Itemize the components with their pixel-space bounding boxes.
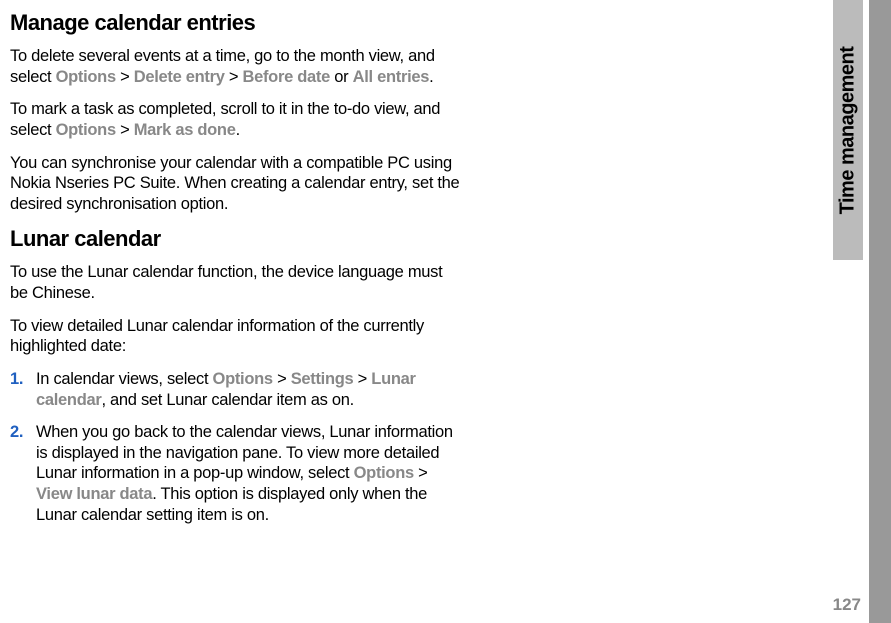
paragraph-mark-done: To mark a task as completed, scroll to i…: [10, 99, 462, 140]
list-number: 2.: [10, 422, 23, 443]
side-tab-label: Time management: [837, 46, 860, 214]
menu-options: Options: [354, 464, 414, 482]
paragraph-delete-events: To delete several events at a time, go t…: [10, 46, 462, 87]
numbered-list: 1. In calendar views, select Options > S…: [10, 369, 462, 525]
page-number: 127: [833, 595, 861, 615]
text: .: [236, 121, 240, 139]
menu-options: Options: [213, 370, 273, 388]
menu-options: Options: [56, 121, 116, 139]
separator: >: [225, 68, 243, 86]
side-tab: Time management: [833, 0, 863, 260]
paragraph-lunar-language: To use the Lunar calendar function, the …: [10, 262, 462, 303]
text: In calendar views, select: [36, 370, 213, 388]
separator: >: [353, 370, 371, 388]
side-bar: [869, 0, 891, 623]
menu-mark-as-done: Mark as done: [134, 121, 236, 139]
separator: >: [116, 68, 134, 86]
list-item: 1. In calendar views, select Options > S…: [10, 369, 462, 410]
menu-settings: Settings: [291, 370, 354, 388]
heading-lunar-calendar: Lunar calendar: [10, 226, 462, 252]
menu-delete-entry: Delete entry: [134, 68, 225, 86]
page-content: Manage calendar entries To delete severa…: [0, 0, 462, 525]
menu-options: Options: [56, 68, 116, 86]
text: , and set Lunar calendar item as on.: [101, 391, 353, 409]
menu-all-entries: All entries: [353, 68, 429, 86]
heading-manage-calendar: Manage calendar entries: [10, 10, 462, 36]
paragraph-lunar-info: To view detailed Lunar calendar informat…: [10, 316, 462, 357]
menu-before-date: Before date: [243, 68, 330, 86]
paragraph-sync: You can synchronise your calendar with a…: [10, 153, 462, 215]
list-number: 1.: [10, 369, 23, 390]
text: .: [429, 68, 433, 86]
list-item: 2. When you go back to the calendar view…: [10, 422, 462, 525]
separator: >: [414, 464, 428, 482]
separator: >: [116, 121, 134, 139]
menu-view-lunar-data: View lunar data: [36, 485, 152, 503]
separator: >: [273, 370, 291, 388]
text: or: [330, 68, 353, 86]
